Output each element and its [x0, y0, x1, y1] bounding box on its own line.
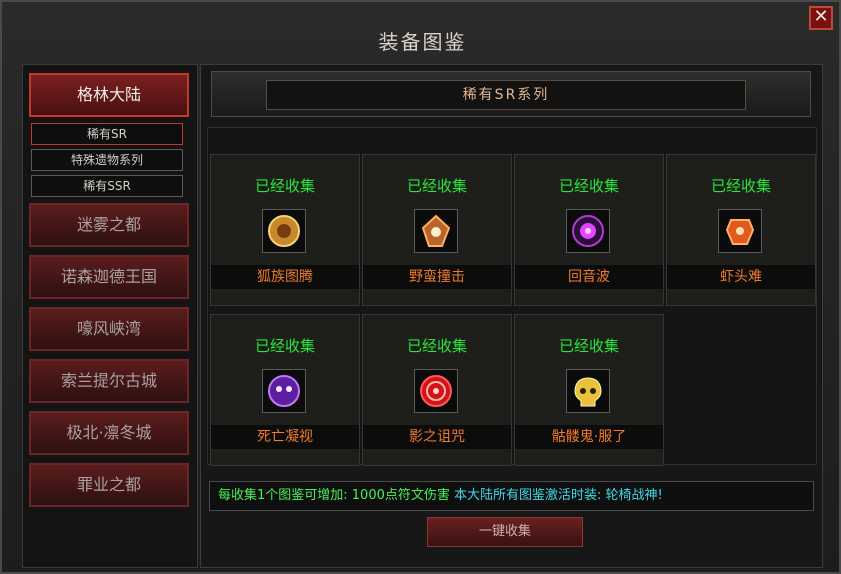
sidebar-region-gelin[interactable]: 格林大陆 [29, 73, 189, 117]
collection-card[interactable]: 已经收集 骷髅鬼·服了 [514, 314, 664, 466]
collection-grid: 已经收集 狐族图腾 已经收集 野蛮撞击 已经收集 回音波 已经收集 虾头难 已经… [207, 127, 817, 466]
collected-status: 已经收集 [254, 177, 315, 195]
item-name: 死亡凝视 [211, 425, 359, 449]
echo-wave-icon [566, 209, 610, 253]
per-item-bonus-text: 每收集1个图鉴可增加: 1000点符文伤害 [218, 488, 450, 503]
collected-status: 已经收集 [558, 337, 619, 355]
sidebar-region-sin-city[interactable]: 罪业之都 [29, 463, 189, 507]
death-gaze-icon [262, 369, 306, 413]
series-header: 稀有SR系列 [211, 71, 811, 117]
collected-status: 已经收集 [710, 177, 771, 195]
main-panel: 稀有SR系列 已经收集 狐族图腾 已经收集 野蛮撞击 已经收集 回音波 已经收集… [200, 64, 823, 568]
sidebar-region-northrend[interactable]: 诺森迦德王国 [29, 255, 189, 299]
region-sidebar: 格林大陆 稀有SR 特殊遗物系列 稀有SSR 迷雾之都 诺森迦德王国 嚎风峡湾 … [22, 64, 198, 568]
collection-window: 装备图鉴 ✕ 格林大陆 稀有SR 特殊遗物系列 稀有SSR 迷雾之都 诺森迦德王… [0, 0, 841, 574]
collection-card[interactable]: 已经收集 死亡凝视 [210, 314, 360, 466]
collect-all-button[interactable]: 一键收集 [427, 517, 583, 547]
item-name: 野蛮撞击 [363, 265, 511, 289]
close-button[interactable]: ✕ [809, 6, 833, 30]
series-title: 稀有SR系列 [266, 80, 746, 110]
close-icon: ✕ [813, 6, 829, 27]
collected-status: 已经收集 [406, 177, 467, 195]
bonus-info-bar: 每收集1个图鉴可增加: 1000点符文伤害 本大陆所有图鉴激活时装: 轮椅战神! [209, 481, 814, 511]
set-bonus-text: 本大陆所有图鉴激活时装: 轮椅战神! [454, 488, 663, 503]
sidebar-region-howling-fjord[interactable]: 嚎风峡湾 [29, 307, 189, 351]
sidebar-region-mist[interactable]: 迷雾之都 [29, 203, 189, 247]
window-title: 装备图鉴 [378, 30, 467, 54]
skull-ghost-icon [566, 369, 610, 413]
shrimp-head-icon [718, 209, 762, 253]
sidebar-region-winter-city[interactable]: 极北·凛冬城 [29, 411, 189, 455]
item-name: 回音波 [515, 265, 663, 289]
collected-status: 已经收集 [558, 177, 619, 195]
collection-card[interactable]: 已经收集 影之诅咒 [362, 314, 512, 466]
shadow-curse-icon [414, 369, 458, 413]
sidebar-region-solantir[interactable]: 索兰提尔古城 [29, 359, 189, 403]
item-name: 骷髅鬼·服了 [515, 425, 663, 449]
collected-status: 已经收集 [406, 337, 467, 355]
fox-totem-icon [262, 209, 306, 253]
subitem-rare-ssr[interactable]: 稀有SSR [31, 175, 183, 197]
collection-card[interactable]: 已经收集 狐族图腾 [210, 154, 360, 306]
item-name: 狐族图腾 [211, 265, 359, 289]
savage-strike-icon [414, 209, 458, 253]
subitem-rare-sr[interactable]: 稀有SR [31, 123, 183, 145]
collection-card[interactable]: 已经收集 虾头难 [666, 154, 816, 306]
collection-card[interactable]: 已经收集 野蛮撞击 [362, 154, 512, 306]
collection-card[interactable]: 已经收集 回音波 [514, 154, 664, 306]
collected-status: 已经收集 [254, 337, 315, 355]
subitem-special-relic[interactable]: 特殊遗物系列 [31, 149, 183, 171]
item-name: 影之诅咒 [363, 425, 511, 449]
item-name: 虾头难 [667, 265, 815, 289]
